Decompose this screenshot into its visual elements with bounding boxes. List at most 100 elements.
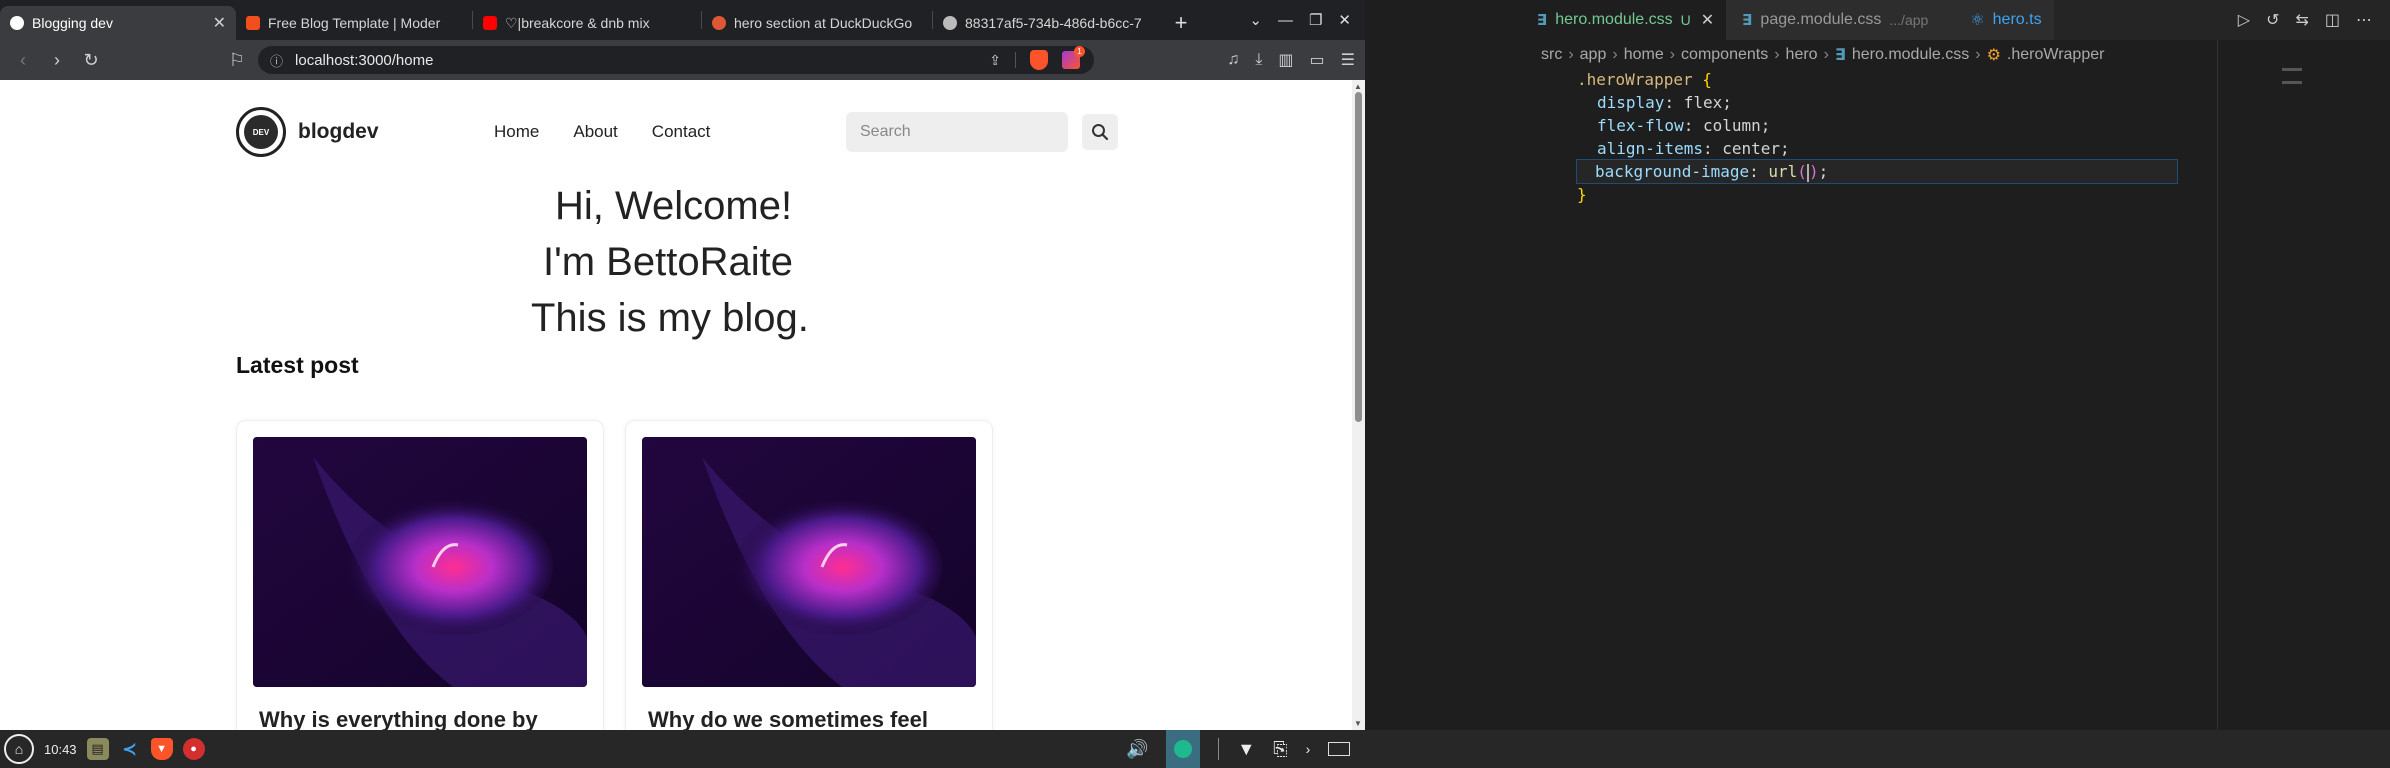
- css-selector: .heroWrapper: [1577, 70, 1693, 89]
- forward-icon[interactable]: ›: [40, 43, 74, 77]
- brave-shields-icon[interactable]: [1030, 50, 1048, 70]
- search-button[interactable]: [1082, 114, 1118, 150]
- close-window-icon[interactable]: ✕: [1338, 11, 1351, 29]
- scroll-down-icon[interactable]: ▼: [1354, 719, 1362, 728]
- download-icon[interactable]: ⤓: [1255, 51, 1262, 69]
- chevron-right-icon: ›: [1612, 46, 1618, 63]
- close-icon[interactable]: ✕: [1701, 10, 1714, 30]
- site-logo[interactable]: DEV: [236, 107, 286, 157]
- window-preview-icon[interactable]: [1328, 738, 1351, 760]
- taskbar: ⌂ 10:43 ▤ ≺ ▼ ● 🔊 ▼ ⎘ ›: [0, 730, 2390, 768]
- browser-tab-uuid[interactable]: 88317af5-734b-486d-b6cc-7: [933, 6, 1163, 40]
- breadcrumb-item[interactable]: home: [1624, 46, 1664, 64]
- share-icon[interactable]: ⇪: [989, 52, 1001, 69]
- figma-icon: [246, 16, 260, 30]
- site-info-icon[interactable]: ⓘ: [270, 51, 283, 70]
- restore-icon[interactable]: ❐: [1309, 11, 1322, 29]
- nav-home-link[interactable]: Home: [494, 122, 539, 142]
- close-icon[interactable]: ✕: [213, 13, 226, 33]
- split-editor-icon[interactable]: ◫: [2325, 10, 2340, 30]
- reload-icon[interactable]: ↻: [74, 43, 108, 77]
- breadcrumb-item[interactable]: src: [1541, 46, 1562, 64]
- chevron-right-icon[interactable]: ›: [1306, 741, 1311, 757]
- scrollbar-thumb[interactable]: [1355, 92, 1362, 422]
- volume-icon[interactable]: 🔊: [1126, 739, 1148, 760]
- minimize-icon[interactable]: —: [1278, 12, 1293, 29]
- breadcrumb-item[interactable]: hero: [1786, 46, 1818, 64]
- chevron-right-icon: ›: [1774, 46, 1780, 63]
- scroll-up-icon[interactable]: ▲: [1354, 82, 1362, 91]
- chevron-down-icon[interactable]: ⌄: [1249, 11, 1262, 29]
- post-title[interactable]: Why do we sometimes feel: [648, 707, 928, 730]
- notification-badge: 1: [1074, 46, 1085, 57]
- run-icon[interactable]: ▷: [2238, 10, 2250, 30]
- breadcrumb-item[interactable]: .heroWrapper: [2007, 46, 2105, 64]
- browser-tab-duckduckgo[interactable]: hero section at DuckDuckGo: [702, 6, 932, 40]
- browser-tab-figma[interactable]: Free Blog Template | Moder: [236, 6, 472, 40]
- browser-toolbar: ♫ ⤓ ▥ ▭ ☰: [1227, 46, 1355, 74]
- tab-path-hint: .../app: [1889, 12, 1929, 28]
- brave-rewards-icon[interactable]: 1: [1062, 46, 1085, 69]
- tab-title: Free Blog Template | Moder: [268, 15, 441, 31]
- breadcrumb-item[interactable]: app: [1580, 46, 1607, 64]
- nav-contact-link[interactable]: Contact: [652, 122, 711, 142]
- breadcrumb-item[interactable]: hero.module.css: [1852, 46, 1969, 64]
- post-card[interactable]: Why do we sometimes feel: [625, 420, 993, 730]
- code-line: flex-flow: column;: [1597, 116, 1771, 135]
- breadcrumb-item[interactable]: components: [1681, 46, 1768, 64]
- compare-changes-icon[interactable]: ⇆: [2295, 10, 2308, 30]
- wallet-icon[interactable]: ▭: [1310, 50, 1325, 70]
- music-icon[interactable]: ♫: [1227, 51, 1239, 69]
- clip-icon[interactable]: ⎘: [1273, 739, 1287, 760]
- editor-tab-hero-css[interactable]: ∃ hero.module.css U ✕: [1525, 0, 1727, 40]
- tab-filename: hero.module.css: [1555, 11, 1673, 28]
- bookmark-icon[interactable]: ⚐: [220, 43, 254, 77]
- browser-tab-blogging-dev[interactable]: Blogging dev ✕: [0, 6, 236, 40]
- tab-title: ♡|breakcore & dnb mix: [505, 14, 650, 31]
- page-scrollbar[interactable]: ▲ ▼: [1352, 80, 1365, 730]
- editor-tab-page-css[interactable]: ∃ page.module.css .../app: [1726, 0, 1959, 40]
- search-input[interactable]: Search: [846, 112, 1068, 152]
- brand-name[interactable]: blogdev: [298, 120, 379, 144]
- youtube-icon: [483, 16, 497, 30]
- clock[interactable]: 10:43: [44, 742, 77, 757]
- paren-close: ): [1808, 162, 1819, 181]
- back-icon[interactable]: ‹: [6, 43, 40, 77]
- vscode-taskbar-icon[interactable]: ≺: [119, 738, 141, 760]
- start-menu-icon[interactable]: ⌂: [4, 734, 34, 764]
- site-nav: Home About Contact: [494, 122, 710, 142]
- more-actions-icon[interactable]: ⋯: [2356, 10, 2372, 30]
- timeline-icon[interactable]: ↺: [2266, 10, 2279, 30]
- css-property: display: [1597, 93, 1665, 112]
- css-property: align-items: [1597, 139, 1703, 158]
- logo-text: DEV: [244, 115, 278, 149]
- breadcrumb: src › app › home › components › hero › ∃…: [1541, 44, 2104, 66]
- chevron-right-icon: ›: [1669, 46, 1676, 63]
- media-app-icon[interactable]: ●: [182, 738, 205, 760]
- wifi-icon[interactable]: ▼: [1237, 739, 1255, 760]
- browser-tab-bar: Blogging dev ✕ Free Blog Template | Mode…: [0, 0, 1365, 40]
- nav-about-link[interactable]: About: [573, 122, 617, 142]
- hero-line-welcome: Hi, Welcome!: [555, 184, 793, 228]
- file-manager-icon[interactable]: ▤: [86, 738, 109, 760]
- css-property: background-image: [1595, 162, 1750, 181]
- editor-tab-bar: ∃ hero.module.css U ✕ ∃ page.module.css …: [1525, 0, 2390, 40]
- post-card[interactable]: Why is everything done by: [236, 420, 604, 730]
- menu-icon[interactable]: ☰: [1341, 50, 1355, 70]
- brave-taskbar-icon[interactable]: ▼: [150, 738, 173, 760]
- editor-tab-hero-ts[interactable]: ⚛ hero.ts: [1958, 0, 2054, 40]
- address-bar-row: ‹ › ↻ ⚐ ⓘ localhost:3000/home ⇪ 1 ♫ ⤓ ▥ …: [0, 40, 1365, 80]
- sidebar-icon[interactable]: ▥: [1278, 50, 1293, 70]
- new-tab-button[interactable]: +: [1163, 6, 1199, 40]
- code-editor[interactable]: .heroWrapper { display: flex; flex-flow:…: [1525, 68, 2305, 206]
- duckduckgo-icon: [712, 16, 726, 30]
- window-controls: ⌄ — ❐ ✕: [1249, 0, 1365, 40]
- sync-icon[interactable]: [1166, 730, 1201, 768]
- vscode-window: ∃ hero.module.css U ✕ ∃ page.module.css …: [1525, 0, 2390, 730]
- chevron-right-icon: ›: [1568, 46, 1574, 63]
- post-title[interactable]: Why is everything done by: [259, 707, 538, 730]
- browser-tab-youtube[interactable]: ♡|breakcore & dnb mix: [473, 6, 701, 40]
- url-field[interactable]: ⓘ localhost:3000/home ⇪ 1: [258, 46, 1094, 74]
- minimap[interactable]: [2282, 68, 2302, 84]
- editor-actions: ▷ ↺ ⇆ ◫ ⋯: [2219, 0, 2390, 40]
